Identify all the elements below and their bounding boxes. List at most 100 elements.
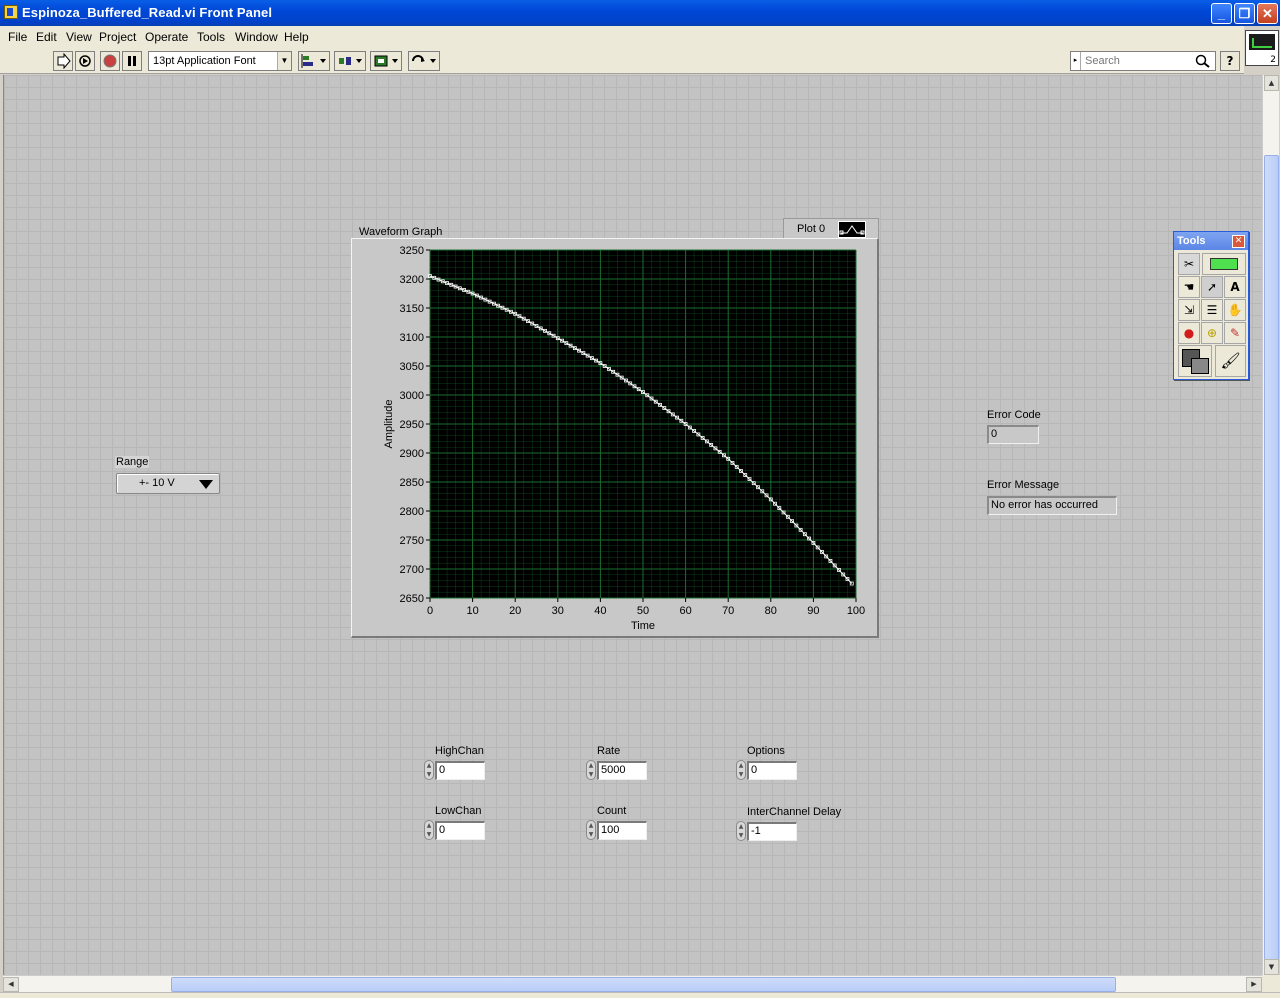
reorder-button[interactable] (408, 51, 440, 71)
run-button[interactable] (53, 51, 73, 71)
background-color-icon (1191, 358, 1209, 374)
x-tick-label: 50 (637, 605, 649, 617)
horizontal-scroll-thumb[interactable] (171, 977, 1116, 992)
search-input[interactable] (1085, 53, 1193, 69)
interchannel-delay-label: InterChannel Delay (747, 806, 842, 818)
count-field[interactable]: 100 (597, 821, 647, 840)
x-tick-label: 100 (847, 605, 865, 617)
vi-icon[interactable]: 2 (1245, 30, 1279, 66)
front-panel[interactable]: Range +- 10 V Waveform Graph Plot 0 2650… (3, 75, 1262, 975)
highchan-control[interactable]: ▲ ▼ 0 (424, 760, 488, 780)
shortcut-menu-icon[interactable]: ☰ (1201, 299, 1223, 321)
scroll-window-hand-icon[interactable]: ✋ (1224, 299, 1246, 321)
options-control[interactable]: ▲ ▼ 0 (736, 760, 800, 780)
menu-window[interactable]: Window (235, 30, 278, 44)
vertical-scrollbar[interactable]: ▲ ▼ (1262, 75, 1279, 975)
tools-palette[interactable]: Tools ✕ ✂ ☚ ➚ A ⇲ ☰ ✋ ● ⊕ ✎ 🖌 (1173, 231, 1249, 380)
menu-edit[interactable]: Edit (36, 30, 57, 44)
scroll-down-icon[interactable]: ▼ (1264, 959, 1279, 975)
highchan-label: HighChan (435, 745, 484, 757)
chevron-down-icon[interactable] (199, 480, 213, 489)
context-help-button[interactable]: ? (1220, 51, 1240, 71)
range-ring-control[interactable]: +- 10 V (116, 473, 220, 494)
set-color-swatch-icon[interactable] (1178, 345, 1212, 377)
options-field[interactable]: 0 (747, 761, 797, 780)
options-label: Options (747, 745, 785, 757)
increment-decrement-icon[interactable]: ▲ ▼ (424, 820, 434, 840)
increment-decrement-icon[interactable]: ▲ ▼ (586, 820, 596, 840)
set-color-brush-icon[interactable]: 🖌 (1215, 345, 1246, 377)
y-tick-label: 2700 (400, 564, 424, 576)
count-control[interactable]: ▲ ▼ 100 (586, 820, 650, 840)
run-arrow-icon (57, 53, 71, 69)
increment-decrement-icon[interactable]: ▲ ▼ (736, 821, 746, 841)
rate-label: Rate (597, 745, 621, 757)
run-continuously-button[interactable] (75, 51, 95, 71)
close-button[interactable]: ✕ (1257, 3, 1278, 24)
increment-decrement-icon[interactable]: ▲ ▼ (586, 760, 596, 780)
chevron-down-icon: ▼ (277, 52, 291, 70)
y-tick-label: 3050 (400, 361, 424, 373)
search-box[interactable]: ▸ (1070, 51, 1216, 71)
align-objects-icon (301, 54, 326, 68)
get-color-dropper-icon[interactable]: ✎ (1224, 322, 1246, 344)
x-axis-label: Time (631, 620, 655, 632)
error-code-indicator: 0 (987, 425, 1039, 444)
abort-button[interactable] (100, 51, 120, 71)
font-dropdown[interactable]: 13pt Application Font ▼ (148, 51, 292, 71)
resize-objects-button[interactable] (370, 51, 402, 71)
x-tick-label: 40 (594, 605, 606, 617)
vertical-scroll-thumb[interactable] (1264, 155, 1279, 960)
rate-field[interactable]: 5000 (597, 761, 647, 780)
legend-line-swatch[interactable] (838, 221, 866, 238)
menu-help[interactable]: Help (284, 30, 309, 44)
waveform-screen-icon (1249, 34, 1275, 50)
menu-file[interactable]: File (8, 30, 27, 44)
distribute-objects-button[interactable] (334, 51, 366, 71)
search-icon[interactable] (1195, 54, 1211, 68)
range-value: +- 10 V (139, 477, 175, 489)
x-tick-label: 60 (679, 605, 691, 617)
increment-decrement-icon[interactable]: ▲ ▼ (424, 760, 434, 780)
automatic-tool-led-icon[interactable] (1202, 253, 1246, 275)
operate-value-hand-icon[interactable]: ☚ (1178, 276, 1200, 298)
labview-app-icon[interactable] (4, 5, 18, 19)
menu-project[interactable]: Project (99, 30, 136, 44)
pause-button[interactable] (122, 51, 142, 71)
horizontal-scrollbar[interactable]: ◀ ▶ (3, 975, 1262, 992)
align-objects-button[interactable] (298, 51, 330, 71)
close-icon[interactable]: ✕ (1232, 235, 1245, 248)
rate-control[interactable]: ▲ ▼ 5000 (586, 760, 650, 780)
interchannel-delay-field[interactable]: -1 (747, 822, 797, 841)
reorder-icon (412, 55, 436, 63)
x-tick-label: 30 (552, 605, 564, 617)
y-tick-label: 3250 (400, 245, 424, 257)
breakpoint-icon[interactable]: ● (1178, 322, 1200, 344)
maximize-button[interactable]: ❐ (1234, 3, 1255, 24)
search-options-icon[interactable]: ▸ (1071, 52, 1081, 70)
probe-data-icon[interactable]: ⊕ (1201, 322, 1223, 344)
waveform-graph[interactable]: 2650 2700 2750 2800 2850 2900 2950 3000 3050 3100… (351, 238, 879, 638)
error-code-label: Error Code (987, 409, 1041, 421)
run-continuously-icon (79, 55, 91, 67)
lowchan-field[interactable]: 0 (435, 821, 485, 840)
y-tick-label: 2650 (400, 593, 424, 605)
interchannel-delay-control[interactable]: ▲ ▼ -1 (736, 821, 800, 841)
x-tick-label: 10 (466, 605, 478, 617)
highchan-field[interactable]: 0 (435, 761, 485, 780)
menu-tools[interactable]: Tools (197, 30, 225, 44)
error-message-indicator: No error has occurred (987, 496, 1117, 515)
scroll-left-icon[interactable]: ◀ (3, 977, 19, 992)
scroll-right-icon[interactable]: ▶ (1246, 977, 1262, 992)
position-size-select-arrow-icon[interactable]: ➚ (1201, 276, 1223, 298)
increment-decrement-icon[interactable]: ▲ ▼ (736, 760, 746, 780)
minimize-button[interactable]: _ (1211, 3, 1232, 24)
connect-wire-icon[interactable]: ⇲ (1178, 299, 1200, 321)
scroll-up-icon[interactable]: ▲ (1264, 75, 1279, 91)
plot-legend[interactable]: Plot 0 (783, 218, 879, 240)
automatic-tool-selection-icon[interactable]: ✂ (1178, 253, 1200, 275)
menu-view[interactable]: View (66, 30, 92, 44)
menu-operate[interactable]: Operate (145, 30, 188, 44)
edit-text-icon[interactable]: A (1224, 276, 1246, 298)
lowchan-control[interactable]: ▲ ▼ 0 (424, 820, 488, 840)
